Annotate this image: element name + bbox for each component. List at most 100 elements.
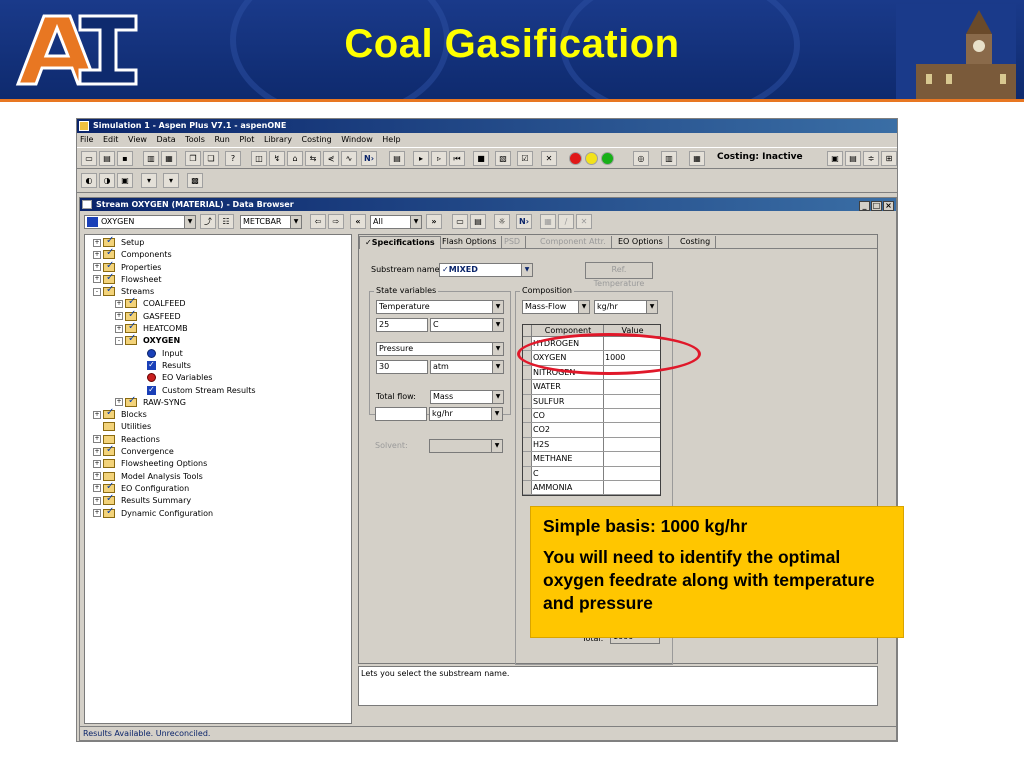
expand-toggle-icon[interactable]: + [115, 398, 123, 407]
hierarchy-icon[interactable]: ⌂ [287, 151, 303, 166]
tab-eo-options[interactable]: EO Options [613, 236, 669, 249]
expand-toggle-icon[interactable]: + [93, 435, 101, 444]
close-results-icon[interactable]: ✕ [541, 151, 557, 166]
forward-arrow-icon[interactable]: ⇨ [328, 214, 344, 229]
tree-item[interactable]: Utilities [85, 421, 351, 433]
component-value-cell[interactable] [604, 380, 660, 393]
view-icon[interactable]: ▤ [845, 151, 861, 166]
tree-item[interactable]: EO Variables [85, 372, 351, 384]
component-row[interactable]: CO2 [523, 423, 660, 438]
row-header[interactable] [523, 380, 532, 394]
expand-toggle-icon[interactable]: + [115, 312, 123, 321]
component-row[interactable]: CO [523, 408, 660, 424]
expand-toggle-icon[interactable]: + [93, 472, 101, 481]
tree-item[interactable]: ✓ Custom Stream Results [85, 385, 351, 397]
tree-item[interactable]: + RAW-SYNG [85, 395, 351, 409]
expand-toggle-icon[interactable]: + [93, 509, 101, 518]
component-value-cell[interactable] [604, 409, 660, 422]
component-value-cell[interactable] [604, 423, 660, 436]
menu-edit[interactable]: Edit [103, 135, 119, 144]
tab-costing[interactable]: Costing [675, 236, 717, 249]
component-name-cell[interactable]: METHANE [532, 452, 604, 466]
next-input-icon[interactable]: N› [516, 214, 532, 229]
reinitialize-icon[interactable]: ⏮ [449, 151, 465, 166]
tree-item[interactable]: + Flowsheet [85, 272, 351, 286]
model-library-icon[interactable]: ▣ [827, 151, 843, 166]
whats-this-help-icon[interactable]: ? [225, 151, 241, 166]
total-flow-unit-select[interactable]: kg/hr ▼ [429, 407, 503, 421]
step-back-icon[interactable]: ◐ [81, 173, 97, 188]
component-row[interactable]: C [523, 466, 660, 481]
comments-icon[interactable]: ☼ [494, 214, 510, 229]
paste-icon[interactable]: ❏ [203, 151, 219, 166]
new-file-icon[interactable]: ▭ [81, 151, 97, 166]
component-name-cell[interactable]: CO [532, 408, 604, 423]
aspen-icarus-icon[interactable]: ▥ [661, 151, 677, 166]
expand-toggle-icon[interactable]: + [93, 250, 101, 259]
close-icon[interactable]: × [883, 201, 894, 211]
tree-item[interactable]: + Results Summary [85, 493, 351, 507]
expand-toggle-icon[interactable]: + [93, 410, 101, 419]
tree-item[interactable]: + Flowsheeting Options [85, 458, 351, 470]
check-results-icon[interactable]: ☑ [517, 151, 533, 166]
print-preview-icon[interactable]: ▦ [161, 151, 177, 166]
row-header[interactable] [523, 480, 532, 495]
tab-psd[interactable]: PSD [499, 236, 527, 249]
grid-options-icon[interactable]: ▩ [187, 173, 203, 188]
menu-run[interactable]: Run [214, 135, 229, 144]
stop-icon[interactable]: ■ [473, 151, 489, 166]
expand-toggle-icon[interactable]: + [93, 275, 101, 284]
component-name-cell[interactable]: SULFUR [532, 394, 604, 408]
component-value-cell[interactable] [604, 452, 660, 465]
expand-toggle-icon[interactable]: - [93, 287, 101, 296]
composition-basis-select[interactable]: Mass-Flow ▼ [522, 300, 590, 314]
menu-tools[interactable]: Tools [185, 135, 205, 144]
units-selector[interactable]: METCBAR ▼ [240, 215, 302, 229]
pressure-input[interactable]: 30 [376, 360, 428, 374]
menu-costing[interactable]: Costing [301, 135, 331, 144]
maximize-icon[interactable]: □ [871, 201, 882, 211]
tab-specifications[interactable]: ✓Specifications [359, 236, 441, 249]
control-panel-icon[interactable]: ▧ [495, 151, 511, 166]
component-row[interactable]: H2S [523, 437, 660, 453]
previous-icon[interactable]: « [350, 214, 366, 229]
edit-icon[interactable]: ∕ [558, 214, 574, 229]
tab-flash-options[interactable]: Flash Options [437, 236, 503, 249]
temperature-unit-select[interactable]: C ▼ [430, 318, 504, 332]
tree-item[interactable]: + HEATCOMB [85, 321, 351, 335]
row-header[interactable] [523, 452, 532, 466]
component-value-cell[interactable] [604, 395, 660, 408]
run-step-icon[interactable]: ▸ [413, 151, 429, 166]
tree-item[interactable]: - Streams [85, 284, 351, 298]
component-row[interactable]: AMMONIA [523, 480, 660, 496]
tree-item[interactable]: + Convergence [85, 444, 351, 458]
open-folder-icon[interactable]: ▤ [99, 151, 115, 166]
section-dropdown-icon[interactable]: ▾ [141, 173, 157, 188]
next-icon[interactable]: N› [361, 151, 377, 166]
expand-toggle-icon[interactable]: + [93, 263, 101, 272]
row-header[interactable] [523, 437, 532, 452]
menu-data[interactable]: Data [157, 135, 176, 144]
expand-toggle-icon[interactable]: + [93, 484, 101, 493]
menu-plot[interactable]: Plot [239, 135, 254, 144]
component-row[interactable]: SULFUR [523, 394, 660, 409]
component-name-cell[interactable]: C [532, 466, 604, 480]
tree-item[interactable]: + Reactions [85, 434, 351, 446]
align-icon[interactable]: ≑ [863, 151, 879, 166]
filter-selector[interactable]: All ▼ [370, 215, 422, 229]
row-header[interactable] [523, 365, 532, 380]
tree-item[interactable]: + COALFEED [85, 296, 351, 310]
zoom-icon[interactable]: ∿ [341, 151, 357, 166]
run-icon[interactable]: ▹ [431, 151, 447, 166]
tree-item[interactable]: + EO Configuration [85, 481, 351, 495]
next-form-icon[interactable]: » [426, 214, 442, 229]
display-icon[interactable]: ▣ [117, 173, 133, 188]
menu-library[interactable]: Library [264, 135, 292, 144]
tree-item[interactable]: - OXYGEN [85, 333, 351, 347]
menu-help[interactable]: Help [382, 135, 400, 144]
component-row[interactable]: METHANE [523, 452, 660, 467]
tree-item[interactable]: + GASFEED [85, 309, 351, 323]
save-icon[interactable]: ▪ [117, 151, 133, 166]
component-name-cell[interactable]: H2S [532, 437, 604, 452]
component-name-cell[interactable]: WATER [532, 380, 604, 394]
